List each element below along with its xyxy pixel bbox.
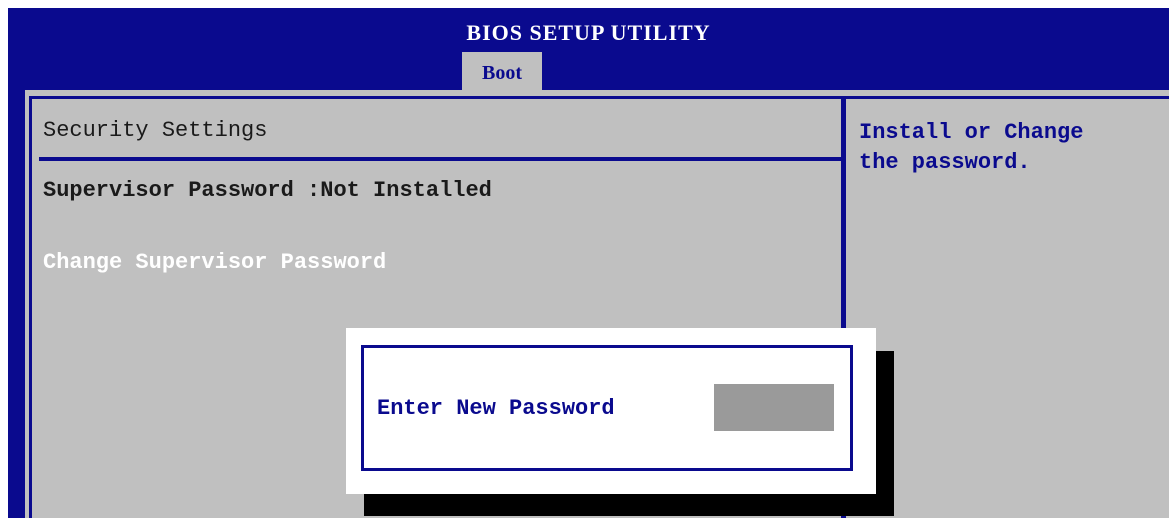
supervisor-password-separator: : (293, 178, 321, 203)
tab-boot[interactable]: Boot (462, 52, 542, 90)
section-divider (39, 157, 844, 161)
password-dialog: Enter New Password (346, 328, 876, 494)
supervisor-password-status: Not Installed (320, 178, 492, 203)
help-text: Install or Change the password. (859, 120, 1084, 175)
window-title: BIOS SETUP UTILITY (466, 20, 711, 45)
enter-new-password-label: Enter New Password (377, 396, 615, 421)
supervisor-password-label: Supervisor Password (43, 178, 294, 203)
dialog-frame: Enter New Password (361, 345, 853, 471)
bios-screen: BIOS SETUP UTILITY Boot Security Setting… (8, 8, 1169, 518)
new-password-input[interactable] (714, 384, 834, 431)
change-supervisor-password-item[interactable]: Change Supervisor Password (43, 250, 386, 275)
section-title: Security Settings (43, 118, 268, 143)
supervisor-password-row: Supervisor Password :Not Installed (43, 178, 492, 203)
